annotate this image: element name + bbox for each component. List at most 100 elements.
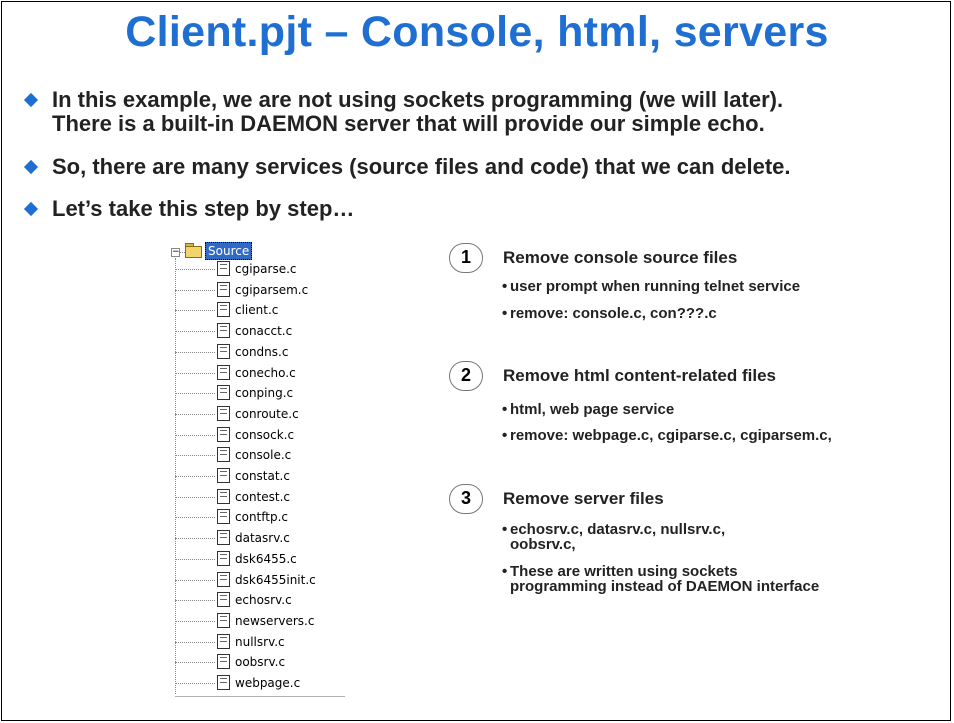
dot-bullet-icon: • <box>502 521 508 538</box>
source-file-icon <box>217 323 230 339</box>
tree-file-item[interactable]: conroute.c <box>175 404 355 424</box>
tree-file-label: conecho.c <box>235 365 296 380</box>
tree-connector <box>175 579 215 581</box>
tree-connector <box>175 269 215 270</box>
tree-file-item[interactable]: contftp.c <box>175 507 355 527</box>
tree-connector <box>175 476 215 477</box>
tree-connector <box>175 289 215 291</box>
tree-root-source[interactable]: Source <box>205 242 253 260</box>
tree-file-item[interactable]: contest.c <box>175 487 355 507</box>
tree-file-item[interactable]: echosrv.c <box>175 590 355 610</box>
tree-file-item[interactable]: dsk6455init.c <box>175 570 355 590</box>
step-heading: Remove console source files <box>503 248 738 267</box>
tree-file-item[interactable]: webpage.c <box>175 673 355 693</box>
tree-connector <box>175 310 215 312</box>
bullet-text: There is a built-in DAEMON server that w… <box>52 111 765 136</box>
tree-connector <box>175 641 215 643</box>
source-file-icon <box>217 571 230 587</box>
tree-file-item[interactable]: condns.c <box>175 342 355 362</box>
tree-file-label: cgiparsem.c <box>235 282 309 297</box>
step-detail: • remove: webpage.c, cgiparse.c, cgiparse… <box>502 427 832 444</box>
bullet-text: In this example, we are not using socket… <box>52 87 784 112</box>
tree-file-label: client.c <box>235 303 279 318</box>
step-detail: • remove: console.c, con???.c <box>502 305 717 322</box>
tree-file-item[interactable]: dsk6455.c <box>175 549 355 569</box>
tree-file-item[interactable]: conacct.c <box>175 321 355 341</box>
source-file-icon <box>217 550 230 566</box>
source-file-icon <box>217 447 230 463</box>
source-file-tree: − Source cgiparse.c cgiparsem.c client.c co… <box>160 240 360 710</box>
dot-bullet-icon: • <box>502 427 508 444</box>
tree-divider <box>175 696 345 697</box>
source-file-icon <box>217 281 230 297</box>
slide-title: Client.pjt – Console, html, servers <box>125 8 829 56</box>
step-detail: • These are written using sockets programm… <box>502 563 820 595</box>
tree-connector <box>175 538 215 540</box>
tree-file-item[interactable]: cgiparse.c <box>175 259 355 279</box>
tree-connector <box>175 455 215 457</box>
tree-file-label: webpage.c <box>235 676 301 690</box>
source-file-icon <box>217 612 230 628</box>
tree-file-label: conroute.c <box>235 406 299 421</box>
diamond-bullet-icon <box>23 159 39 175</box>
tree-file-item[interactable]: conping.c <box>175 383 355 403</box>
tree-file-label: newservers.c <box>235 613 315 628</box>
step-heading: Remove html content-related files <box>503 366 777 385</box>
tree-file-label: dsk6455.c <box>235 551 297 566</box>
source-file-icon <box>217 385 230 401</box>
tree-connector <box>175 434 215 436</box>
step-number-badge: 2 <box>449 361 483 391</box>
source-file-icon <box>217 592 230 608</box>
tree-file-label: condns.c <box>235 344 289 359</box>
tree-file-label: conacct.c <box>235 324 293 339</box>
diamond-bullet-icon <box>23 201 39 217</box>
tree-connector <box>175 683 215 684</box>
tree-connector <box>175 393 215 395</box>
tree-file-item[interactable]: consock.c <box>175 425 355 445</box>
tree-connector <box>175 662 215 664</box>
bullet-text: So, there are many services (source file… <box>52 154 791 179</box>
tree-file-label: contftp.c <box>235 510 288 525</box>
slide: Client.pjt – Console, html, servers In t… <box>1 1 951 721</box>
tree-file-item[interactable]: oobsrv.c <box>175 652 355 672</box>
tree-file-item[interactable]: cgiparsem.c <box>175 280 355 300</box>
step-heading: Remove server files <box>503 489 664 508</box>
dot-bullet-icon: • <box>502 401 508 418</box>
tree-file-item[interactable]: nullsrv.c <box>175 632 355 652</box>
source-file-icon <box>217 261 230 276</box>
source-file-icon <box>217 633 230 649</box>
source-file-icon <box>217 405 230 421</box>
tree-file-label: constat.c <box>235 469 290 483</box>
tree-file-label: oobsrv.c <box>235 655 286 670</box>
step-detail: • user prompt when running telnet service <box>502 278 801 295</box>
source-file-icon <box>217 343 230 359</box>
tree-file-label: cgiparse.c <box>235 262 297 276</box>
tree-file-label: console.c <box>235 448 292 463</box>
step-detail: • html, web page service <box>502 401 675 418</box>
tree-file-item[interactable]: datasrv.c <box>175 528 355 548</box>
diamond-bullet-icon <box>23 92 39 108</box>
bullet-text: Let’s take this step by step… <box>52 196 355 221</box>
dot-bullet-icon: • <box>502 305 508 322</box>
dot-bullet-icon: • <box>502 563 508 580</box>
source-file-icon <box>217 426 230 442</box>
source-file-icon <box>217 509 230 525</box>
source-file-icon <box>217 488 230 504</box>
collapse-icon[interactable]: − <box>171 248 180 257</box>
tree-file-item[interactable]: console.c <box>175 445 355 465</box>
tree-file-item[interactable]: newservers.c <box>175 611 355 631</box>
tree-file-label: nullsrv.c <box>235 634 285 649</box>
source-file-icon <box>217 654 230 670</box>
tree-file-item[interactable]: client.c <box>175 300 355 320</box>
tree-connector <box>175 620 215 622</box>
tree-file-label: dsk6455init.c <box>235 572 316 587</box>
tree-connector <box>175 517 215 519</box>
tree-file-item[interactable]: constat.c <box>175 466 355 486</box>
source-file-icon <box>217 302 230 318</box>
step-number-badge: 3 <box>449 484 483 514</box>
tree-connector <box>175 351 215 353</box>
dot-bullet-icon: • <box>502 278 508 295</box>
source-file-icon <box>217 468 230 483</box>
tree-file-label: consock.c <box>235 427 295 442</box>
tree-file-item[interactable]: conecho.c <box>175 363 355 383</box>
